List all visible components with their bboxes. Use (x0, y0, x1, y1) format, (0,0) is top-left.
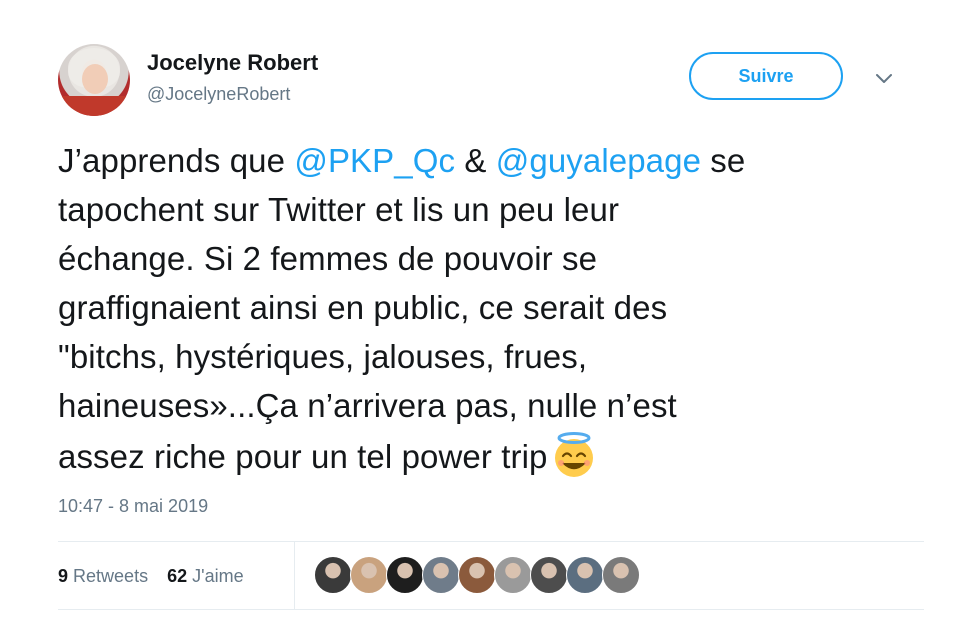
likes-label: J'aime (192, 566, 244, 586)
tweet-text-segment: J’apprends que (58, 142, 295, 179)
liker-avatar-6[interactable] (494, 556, 532, 594)
retweets-stat[interactable]: 9 Retweets (58, 566, 153, 586)
tweet-text-segment: & (455, 142, 496, 179)
liker-avatar-1[interactable] (314, 556, 352, 594)
tweet-text-segment: tapochent sur Twitter et lis un peu leur (58, 191, 620, 228)
divider (58, 609, 924, 610)
likes-stat[interactable]: 62 J'aime (167, 566, 244, 586)
tweet-text-line: échange. Si 2 femmes de pouvoir se (58, 234, 918, 283)
likes-count: 62 (167, 566, 188, 586)
tweet-text-segment: "bitchs, hystériques, jalouses, frues, (58, 338, 588, 375)
avatar-shirt (58, 96, 130, 116)
likers-avatar-row (314, 556, 640, 594)
tweet-text-segment: graffignaient ainsi en public, ce serait… (58, 289, 668, 326)
liker-avatar-8[interactable] (566, 556, 604, 594)
author-name[interactable]: Jocelyne Robert (147, 50, 318, 76)
avatar-face (82, 64, 108, 94)
tweet-text-segment: assez riche pour un tel power trip (58, 438, 548, 475)
tweet-card: Jocelyne Robert @JocelyneRobert Suivre J… (0, 0, 956, 622)
tweet-stats: 9 Retweets 62 J'aime (58, 566, 244, 587)
tweet-text-line: tapochent sur Twitter et lis un peu leur (58, 185, 918, 234)
divider (294, 541, 295, 609)
chevron-down-icon[interactable] (872, 66, 896, 90)
tweet-text-line: assez riche pour un tel power trip (58, 430, 918, 481)
tweet-text-segment: échange. Si 2 femmes de pouvoir se (58, 240, 598, 277)
retweets-count: 9 (58, 566, 69, 586)
tweet-text-line: "bitchs, hystériques, jalouses, frues, (58, 332, 918, 381)
author-avatar[interactable] (58, 44, 130, 116)
retweets-label: Retweets (73, 566, 149, 586)
tweet-timestamp[interactable]: 10:47 - 8 mai 2019 (58, 496, 208, 517)
smiling-face-with-halo-icon (555, 432, 594, 477)
tweet-text-segment: se (701, 142, 746, 179)
divider (58, 541, 924, 542)
tweet-text-segment: haineuses»...Ça n’arrivera pas, nulle n’… (58, 387, 677, 424)
tweet-text-line: J’apprends que @PKP_Qc & @guyalepage se (58, 136, 918, 185)
liker-avatar-2[interactable] (350, 556, 388, 594)
mention-link[interactable]: @PKP_Qc (294, 142, 455, 179)
liker-avatar-7[interactable] (530, 556, 568, 594)
tweet-text: J’apprends que @PKP_Qc & @guyalepage se t… (58, 136, 918, 481)
liker-avatar-9[interactable] (602, 556, 640, 594)
liker-avatar-5[interactable] (458, 556, 496, 594)
tweet-text-line: haineuses»...Ça n’arrivera pas, nulle n’… (58, 381, 918, 430)
follow-button[interactable]: Suivre (689, 52, 843, 100)
mention-link[interactable]: @guyalepage (496, 142, 701, 179)
liker-avatar-4[interactable] (422, 556, 460, 594)
tweet-text-line: graffignaient ainsi en public, ce serait… (58, 283, 918, 332)
author-handle[interactable]: @JocelyneRobert (147, 84, 290, 105)
liker-avatar-3[interactable] (386, 556, 424, 594)
